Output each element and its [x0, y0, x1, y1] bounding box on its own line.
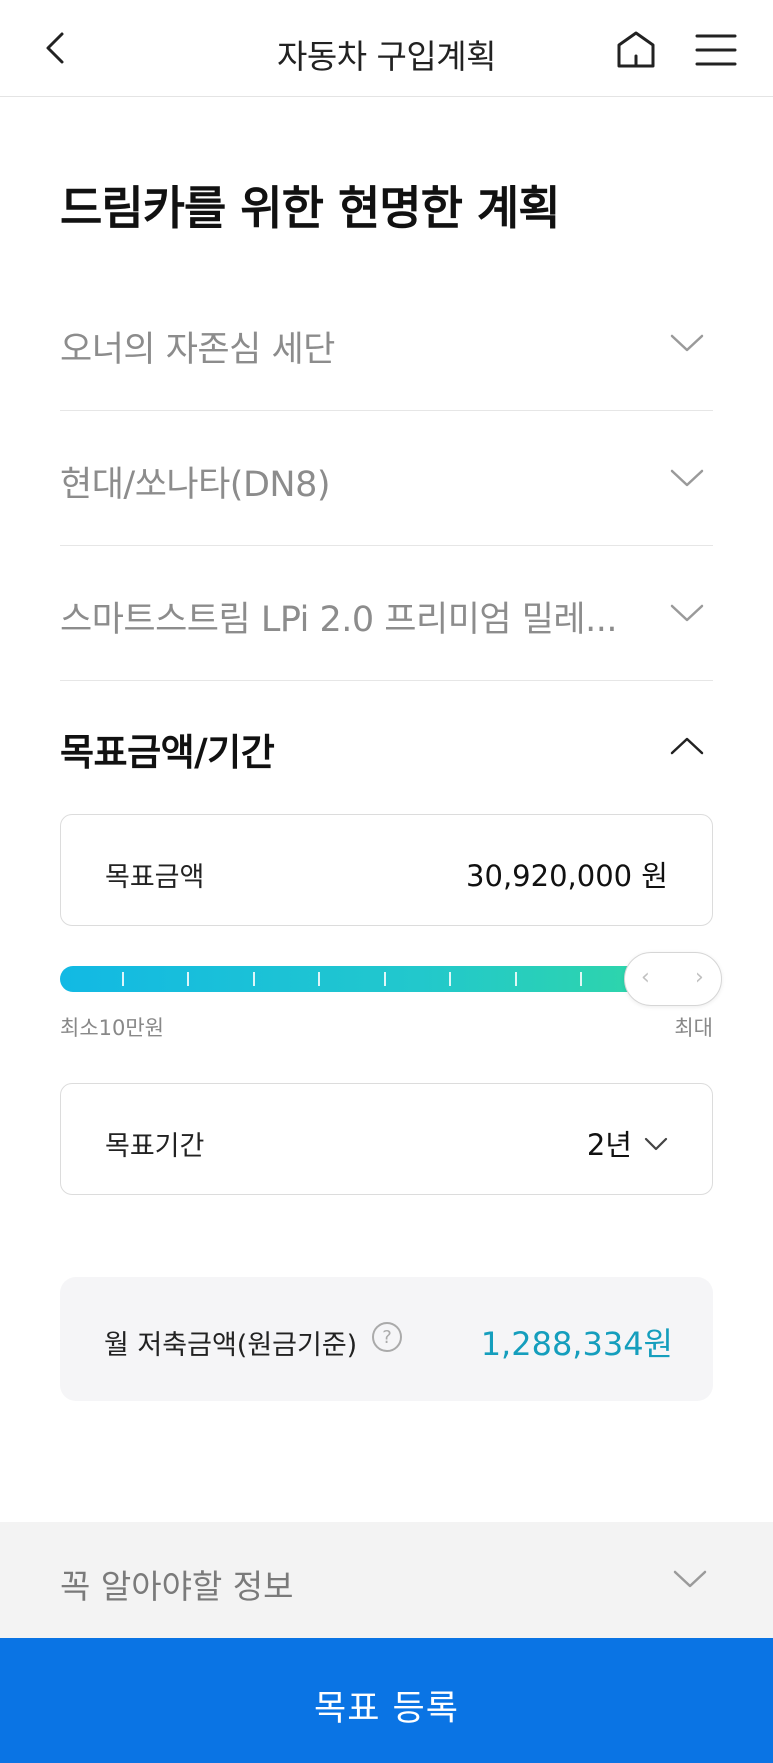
slider-tick	[253, 972, 255, 986]
goal-period-value: 2년	[586, 1128, 632, 1162]
chevron-left-icon: ‹	[641, 965, 650, 990]
car-trim-selector[interactable]: 스마트스트림 LPi 2.0 프리미엄 밀레...	[60, 546, 713, 681]
slider-max-label: 최대	[674, 1016, 713, 1040]
chevron-up-icon[interactable]	[669, 731, 705, 759]
register-goal-button[interactable]: 목표 등록	[0, 1638, 773, 1763]
goal-period-field[interactable]: 목표기간 2년	[60, 1083, 713, 1195]
slider-min-label: 최소10만원	[60, 1016, 165, 1040]
register-goal-button-label: 목표 등록	[314, 1689, 459, 1729]
chevron-down-icon	[670, 469, 704, 487]
chevron-right-icon: ›	[695, 965, 704, 990]
hamburger-menu-icon[interactable]	[694, 32, 738, 68]
chevron-down-icon	[644, 1137, 668, 1151]
goal-amount-field[interactable]: 목표금액 30,920,000 원	[60, 814, 713, 926]
car-category-label: 오너의 자존심 세단	[60, 330, 335, 370]
chevron-down-icon	[673, 1570, 707, 1588]
slider-tick	[384, 972, 386, 986]
car-trim-label: 스마트스트림 LPi 2.0 프리미엄 밀레...	[60, 600, 618, 640]
top-app-bar: 자동차 구입계획	[0, 0, 773, 97]
goal-section-title: 목표금액/기간	[60, 731, 275, 774]
slider-tick	[449, 972, 451, 986]
car-category-selector[interactable]: 오너의 자존심 세단	[60, 276, 713, 411]
slider-tick	[580, 972, 582, 986]
goal-amount-label: 목표금액	[105, 862, 205, 893]
goal-period-label: 목표기간	[105, 1131, 205, 1162]
goal-amount-value: 30,920,000 원	[466, 859, 668, 893]
monthly-savings-value: 1,288,334원	[480, 1325, 673, 1363]
slider-handle[interactable]: ‹ ›	[624, 952, 722, 1006]
chevron-down-icon	[670, 334, 704, 352]
page-title: 드림카를 위한 현명한 계획	[60, 181, 561, 235]
info-accordion-label: 꼭 알아야할 정보	[60, 1567, 294, 1606]
monthly-savings-label: 월 저축금액(원금기준)	[104, 1330, 358, 1361]
car-model-selector[interactable]: 현대/쏘나타(DN8)	[60, 411, 713, 546]
help-question-icon[interactable]: ?	[371, 1321, 403, 1353]
chevron-down-icon	[670, 604, 704, 622]
slider-tick	[122, 972, 124, 986]
slider-tick	[187, 972, 189, 986]
monthly-savings-card: 월 저축금액(원금기준) ? 1,288,334원	[60, 1277, 713, 1401]
slider-tick	[515, 972, 517, 986]
goal-amount-slider[interactable]: ‹ ›	[60, 952, 722, 1006]
car-model-label: 현대/쏘나타(DN8)	[60, 465, 331, 505]
info-accordion[interactable]: 꼭 알아야할 정보	[0, 1522, 773, 1638]
svg-text:?: ?	[382, 1327, 392, 1348]
slider-tick	[318, 972, 320, 986]
slider-track[interactable]	[60, 966, 660, 992]
home-icon[interactable]	[612, 26, 660, 74]
